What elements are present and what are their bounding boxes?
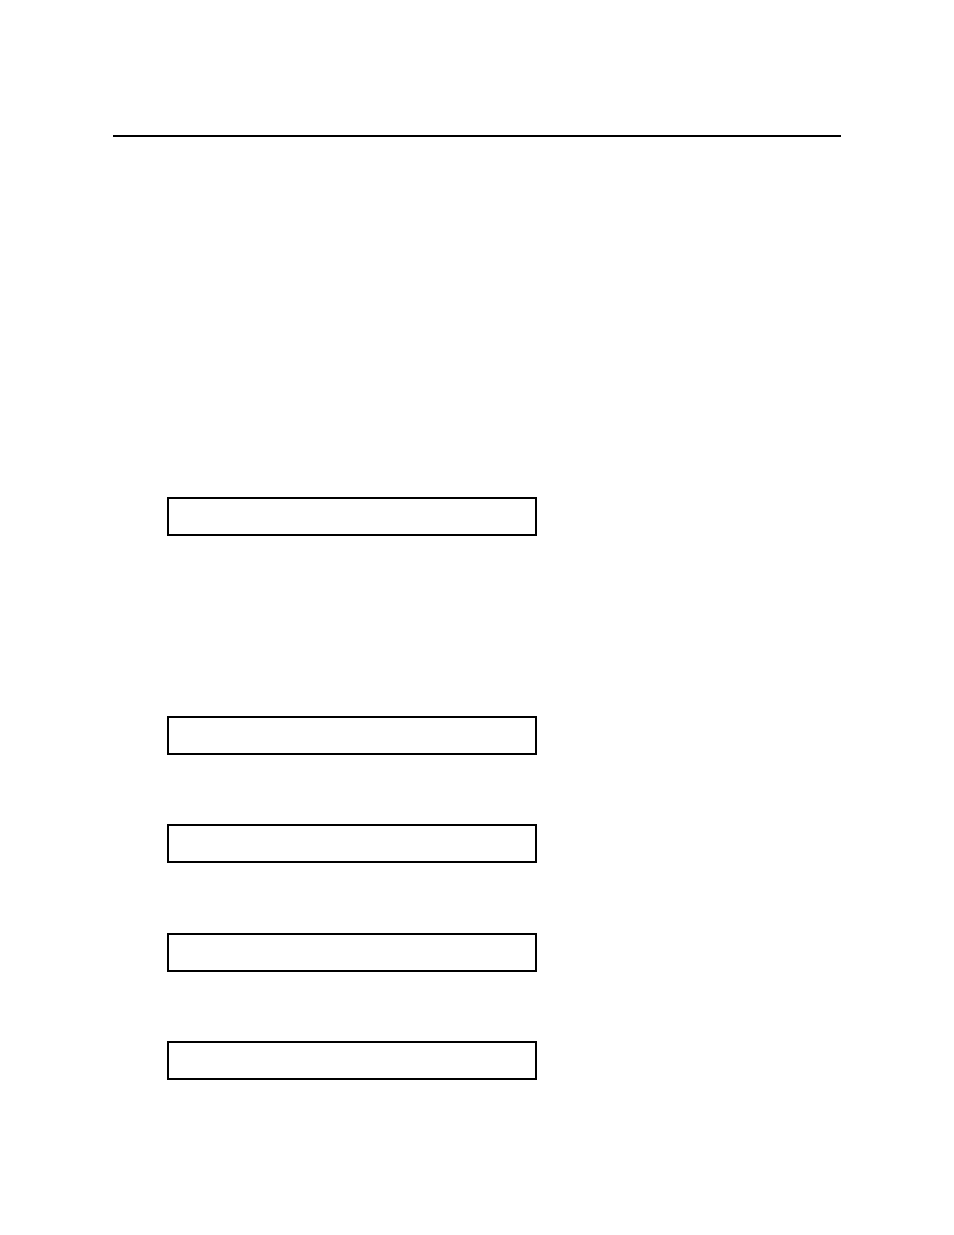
header-rule (113, 135, 841, 137)
document-page (0, 0, 954, 1235)
display-box (167, 716, 537, 755)
display-box (167, 933, 537, 972)
display-box (167, 824, 537, 863)
display-box (167, 497, 537, 536)
display-box (167, 1041, 537, 1080)
